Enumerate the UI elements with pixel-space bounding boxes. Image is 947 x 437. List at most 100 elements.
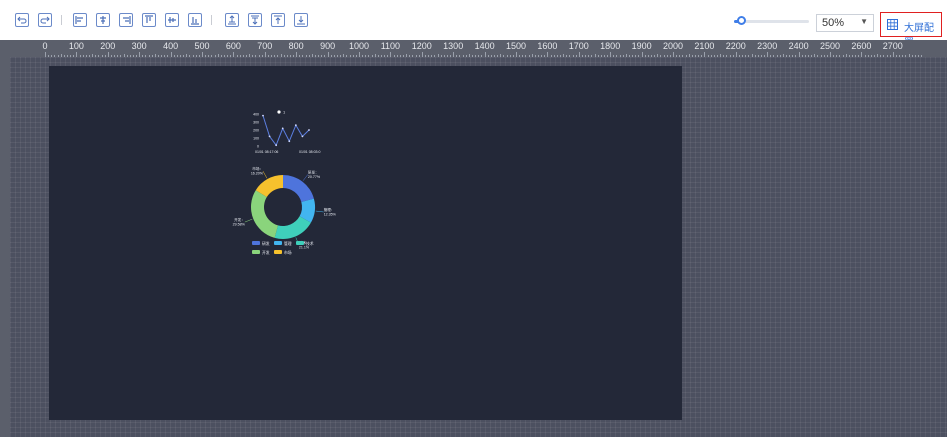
align-left-icon (75, 16, 83, 24)
ruler-label: 2000 (662, 41, 684, 51)
pie-legend-swatch (274, 250, 282, 254)
zoom-slider[interactable] (734, 16, 809, 25)
line-point (288, 140, 291, 143)
y-tick-label: 300 (253, 121, 259, 125)
canvas-charts: 0 100 200 300 400 01/01 08:17:06 01/01 08:03:0… (233, 110, 337, 255)
pie-label-value: 16.20% (251, 172, 264, 176)
ruler-label: 800 (288, 41, 304, 51)
line-point (308, 129, 310, 131)
y-tick-label: 200 (253, 129, 259, 133)
pie-legend-swatch (274, 241, 282, 245)
pie-slice (251, 190, 279, 238)
align-middle-icon (168, 17, 176, 23)
line-point (262, 114, 264, 117)
ruler-label: 700 (257, 41, 273, 51)
pie-label-value: 20.77% (308, 175, 321, 179)
ruler-label: 1000 (348, 41, 370, 51)
ruler-label: 400 (163, 41, 179, 51)
bring-to-front-icon (274, 15, 282, 24)
align-center-icon (100, 16, 106, 24)
line-point (281, 127, 284, 130)
ruler-label: 2100 (694, 41, 715, 51)
pie-legend-label: 技术 (306, 241, 314, 246)
ruler-label: 2300 (757, 41, 778, 51)
ruler-label: 1100 (380, 41, 401, 51)
x-tick-label: 01/01 08:03:0 (299, 150, 320, 154)
align-middle-button[interactable] (165, 13, 179, 27)
vertical-ruler (0, 57, 10, 437)
y-tick-label: 100 (253, 137, 259, 141)
ruler-label: 2600 (851, 41, 872, 51)
align-center-button[interactable] (96, 13, 110, 27)
ruler-label: 2400 (788, 41, 809, 51)
ruler-label: 1400 (474, 41, 495, 51)
ruler-label: 200 (100, 41, 116, 51)
toolbar-divider (211, 15, 212, 25)
screen-canvas[interactable]: 0 100 200 300 400 01/01 08:17:06 01/01 08:03:0… (49, 66, 682, 420)
pie-legend-label: 研发 (262, 241, 270, 246)
ruler-label: 1300 (443, 41, 464, 51)
ruler-label: 1500 (505, 41, 527, 51)
grid-icon (887, 19, 898, 30)
line-point (268, 135, 271, 138)
align-left-button[interactable] (73, 13, 87, 27)
pie-slice (274, 216, 311, 239)
send-backward-button[interactable] (248, 13, 262, 27)
align-right-icon (123, 16, 131, 24)
chevron-down-icon: ▼ (860, 17, 868, 26)
y-tick-label: 400 (253, 113, 259, 117)
pie-label: 开发： (234, 217, 245, 222)
pie-legend-swatch (252, 250, 260, 254)
legend-marker (277, 110, 281, 114)
bring-forward-button[interactable] (225, 13, 239, 27)
ruler-label: 2700 (882, 41, 903, 51)
pie-label-value: 21.1% (299, 245, 310, 249)
ruler-label: 2200 (725, 41, 746, 51)
pie-legend-label: 管理 (284, 241, 292, 246)
ruler-label: 300 (131, 41, 147, 51)
pie-legend-label: 市场 (284, 250, 292, 255)
redo-icon (40, 16, 50, 24)
bring-to-front-button[interactable] (271, 13, 285, 27)
pie-label-value: 29.58% (233, 223, 246, 227)
line-point (301, 135, 304, 138)
send-backward-icon (251, 15, 259, 25)
legend-label: 1 (283, 110, 286, 115)
align-top-icon (145, 15, 153, 23)
align-top-button[interactable] (142, 13, 156, 27)
pie-label-line (262, 171, 268, 179)
send-to-back-icon (297, 16, 305, 25)
pie-slice (283, 175, 314, 203)
toolbar: 50% ▼ 大屏配置 (0, 0, 947, 49)
pie-legend-swatch (252, 241, 260, 245)
toolbar-divider (61, 15, 62, 25)
redo-button[interactable] (38, 13, 52, 27)
pie-label: 研发： (308, 169, 319, 174)
align-bottom-icon (191, 17, 199, 25)
send-to-back-button[interactable] (294, 13, 308, 27)
ruler-label: 1700 (568, 41, 589, 51)
zoom-value: 50% (822, 17, 845, 29)
undo-button[interactable] (15, 13, 29, 27)
ruler-label: 0 (42, 41, 48, 51)
pie-label: 管理： (324, 207, 335, 212)
ruler-label: 1900 (631, 41, 652, 51)
align-right-button[interactable] (119, 13, 133, 27)
pie-label: 市场： (252, 166, 263, 171)
pie-legend-label: 开发 (262, 250, 270, 255)
align-bottom-button[interactable] (188, 13, 202, 27)
x-tick-label: 01/01 08:17:06 (255, 150, 278, 154)
ruler-label: 500 (194, 41, 210, 51)
y-tick-label: 0 (257, 145, 259, 149)
screen-config-button[interactable]: 大屏配置 (880, 12, 942, 49)
zoom-select[interactable]: 50% ▼ (816, 14, 874, 32)
pie-label-line (315, 210, 324, 213)
pie-label-value: 12.35% (324, 212, 337, 216)
ruler-label: 600 (225, 41, 241, 51)
line-series (262, 115, 310, 147)
horizontal-ruler: 0 100 200 300 400 500 600 700 800 900 1000 1100 1200… (0, 40, 947, 57)
zoom-slider-thumb[interactable] (736, 16, 746, 25)
ruler-label: 1600 (537, 41, 558, 51)
pie-label-line (244, 218, 253, 223)
undo-icon (17, 16, 27, 24)
